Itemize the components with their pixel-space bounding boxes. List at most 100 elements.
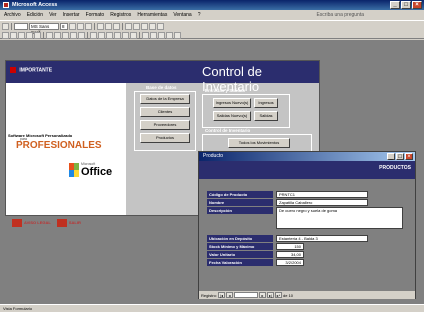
- salidas-button[interactable]: Salidas: [254, 111, 278, 121]
- line-color-icon[interactable]: [141, 23, 148, 30]
- descripcion-field[interactable]: De cuero negro y suela de goma: [276, 207, 403, 229]
- close-button[interactable]: ×: [412, 1, 422, 9]
- menu-insertar[interactable]: Insertar: [63, 10, 80, 20]
- effect-icon[interactable]: [157, 23, 164, 30]
- new-record-nav-button[interactable]: ▸*: [275, 292, 283, 298]
- cut-icon[interactable]: [46, 32, 53, 39]
- first-record-button[interactable]: |◂: [218, 292, 226, 298]
- datos-empresa-button[interactable]: Datos de la Empresa: [140, 94, 190, 104]
- apply-filter-icon[interactable]: [122, 32, 129, 39]
- prev-record-button[interactable]: ◂: [226, 292, 234, 298]
- descripcion-label: Descripción: [207, 207, 273, 214]
- codigo-field[interactable]: PRNTC1: [276, 191, 368, 198]
- paste-icon[interactable]: [62, 32, 69, 39]
- productos-window-title: Producto: [203, 153, 224, 159]
- fecha-label: Fecha Valoración: [207, 259, 273, 266]
- child-minimize-button[interactable]: _: [387, 153, 395, 160]
- border-icon[interactable]: [149, 23, 156, 30]
- menu-formato[interactable]: Formato: [86, 10, 105, 20]
- todos-movimientos-button[interactable]: Todos los Movimientos: [228, 138, 290, 148]
- align-left-icon[interactable]: [97, 23, 104, 30]
- format-painter-icon[interactable]: [70, 32, 77, 39]
- menu-edicion[interactable]: Edición: [27, 10, 43, 20]
- office-label: Office: [81, 166, 113, 178]
- help-icon[interactable]: [174, 32, 181, 39]
- print-icon[interactable]: [18, 32, 25, 39]
- productos-window-title-bar: Producto _ □ ×: [199, 152, 415, 161]
- view-icon[interactable]: [2, 23, 9, 30]
- copy-icon[interactable]: [54, 32, 61, 39]
- bold-icon[interactable]: [69, 23, 76, 30]
- productos-body: Código de Producto PRNTC1 Nombre Zapatil…: [199, 179, 415, 291]
- font-color-icon[interactable]: [133, 23, 140, 30]
- valor-field[interactable]: 34,00: [276, 251, 304, 258]
- spelling-icon[interactable]: [34, 32, 41, 39]
- font-size-select[interactable]: 8: [60, 23, 68, 30]
- fill-color-icon[interactable]: [125, 23, 132, 30]
- nombre-field[interactable]: Zapatilla Caballero: [276, 199, 368, 206]
- italic-icon[interactable]: [77, 23, 84, 30]
- group-control-label: Control de Inventario: [205, 128, 251, 133]
- delete-record-icon[interactable]: [150, 32, 157, 39]
- profesionales-label: PROFESIONALES: [16, 140, 102, 151]
- fecha-field[interactable]: 3/2/2004: [276, 259, 304, 266]
- productos-button[interactable]: Productos: [140, 133, 190, 143]
- aviso-legal-link[interactable]: AVISO LEGAL: [12, 219, 51, 227]
- menu-bar: Archivo Edición Ver Insertar Formato Reg…: [0, 10, 424, 20]
- menu-ver[interactable]: Ver: [49, 10, 57, 20]
- next-record-button[interactable]: ▸: [259, 292, 267, 298]
- valor-label: Valor Unitario: [207, 251, 273, 258]
- brand-panel: Software Microsoft Personalizado para PR…: [6, 83, 126, 227]
- filter-form-icon[interactable]: [114, 32, 121, 39]
- ingresos-nuevo-button[interactable]: Ingresos Nuevo(s): [213, 98, 251, 108]
- record-number-input[interactable]: [234, 292, 259, 298]
- help-question-box[interactable]: Escriba una pregunta: [316, 10, 364, 20]
- salidas-nuevo-button[interactable]: Salidas Nuevo(s): [213, 111, 251, 121]
- nombre-label: Nombre: [207, 199, 273, 206]
- aviso-legal-label: AVISO LEGAL: [24, 220, 51, 226]
- undo-icon[interactable]: [78, 32, 85, 39]
- maximize-button[interactable]: □: [401, 1, 411, 9]
- align-right-icon[interactable]: [113, 23, 120, 30]
- align-center-icon[interactable]: [105, 23, 112, 30]
- new-object-icon[interactable]: [166, 32, 173, 39]
- group-datos-label: Base de datos: [146, 85, 177, 90]
- new-record-icon[interactable]: [142, 32, 149, 39]
- last-record-button[interactable]: ▸|: [267, 292, 275, 298]
- toolbars: MS Sans Serif 8: [0, 20, 424, 39]
- proveedores-button[interactable]: Proveedores: [140, 120, 190, 130]
- software-label: Software Microsoft Personalizado: [8, 133, 73, 138]
- exit-icon: [56, 219, 67, 227]
- design-view-icon[interactable]: [2, 32, 9, 39]
- access-app-icon: [3, 2, 9, 8]
- menu-ayuda[interactable]: ?: [198, 10, 201, 20]
- brand-label: IMPORTANTE: [10, 67, 52, 73]
- stock-field[interactable]: 150: [276, 243, 304, 250]
- underline-icon[interactable]: [85, 23, 92, 30]
- salir-label: SALIR: [68, 220, 81, 226]
- legal-icon: [12, 219, 22, 227]
- child-maximize-button[interactable]: □: [396, 153, 404, 160]
- bottom-links: AVISO LEGAL SALIR: [12, 219, 81, 227]
- font-name-select[interactable]: MS Sans Serif: [29, 23, 59, 35]
- menu-archivo[interactable]: Archivo: [4, 10, 21, 20]
- ingresos-button[interactable]: Ingresos: [254, 98, 278, 108]
- salir-link[interactable]: SALIR: [56, 219, 81, 227]
- find-icon[interactable]: [130, 32, 137, 39]
- menu-registros[interactable]: Registros: [110, 10, 131, 20]
- clientes-button[interactable]: Clientes: [140, 107, 190, 117]
- ubicacion-field[interactable]: Estantería 4 - Balda 3: [276, 235, 368, 242]
- minimize-button[interactable]: _: [390, 1, 400, 9]
- menu-herramientas[interactable]: Herramientas: [137, 10, 167, 20]
- save-icon[interactable]: [10, 32, 17, 39]
- menu-ventana[interactable]: Ventana: [173, 10, 191, 20]
- sort-asc-icon[interactable]: [90, 32, 97, 39]
- filter-icon[interactable]: [106, 32, 113, 39]
- object-selector[interactable]: [14, 23, 28, 30]
- sort-desc-icon[interactable]: [98, 32, 105, 39]
- window-title: Microsoft Access: [12, 2, 58, 8]
- child-close-button[interactable]: ×: [405, 153, 413, 160]
- record-navigator: Registro: |◂ ◂ ▸ ▸| ▸* de 10: [199, 291, 415, 299]
- preview-icon[interactable]: [26, 32, 33, 39]
- database-window-icon[interactable]: [158, 32, 165, 39]
